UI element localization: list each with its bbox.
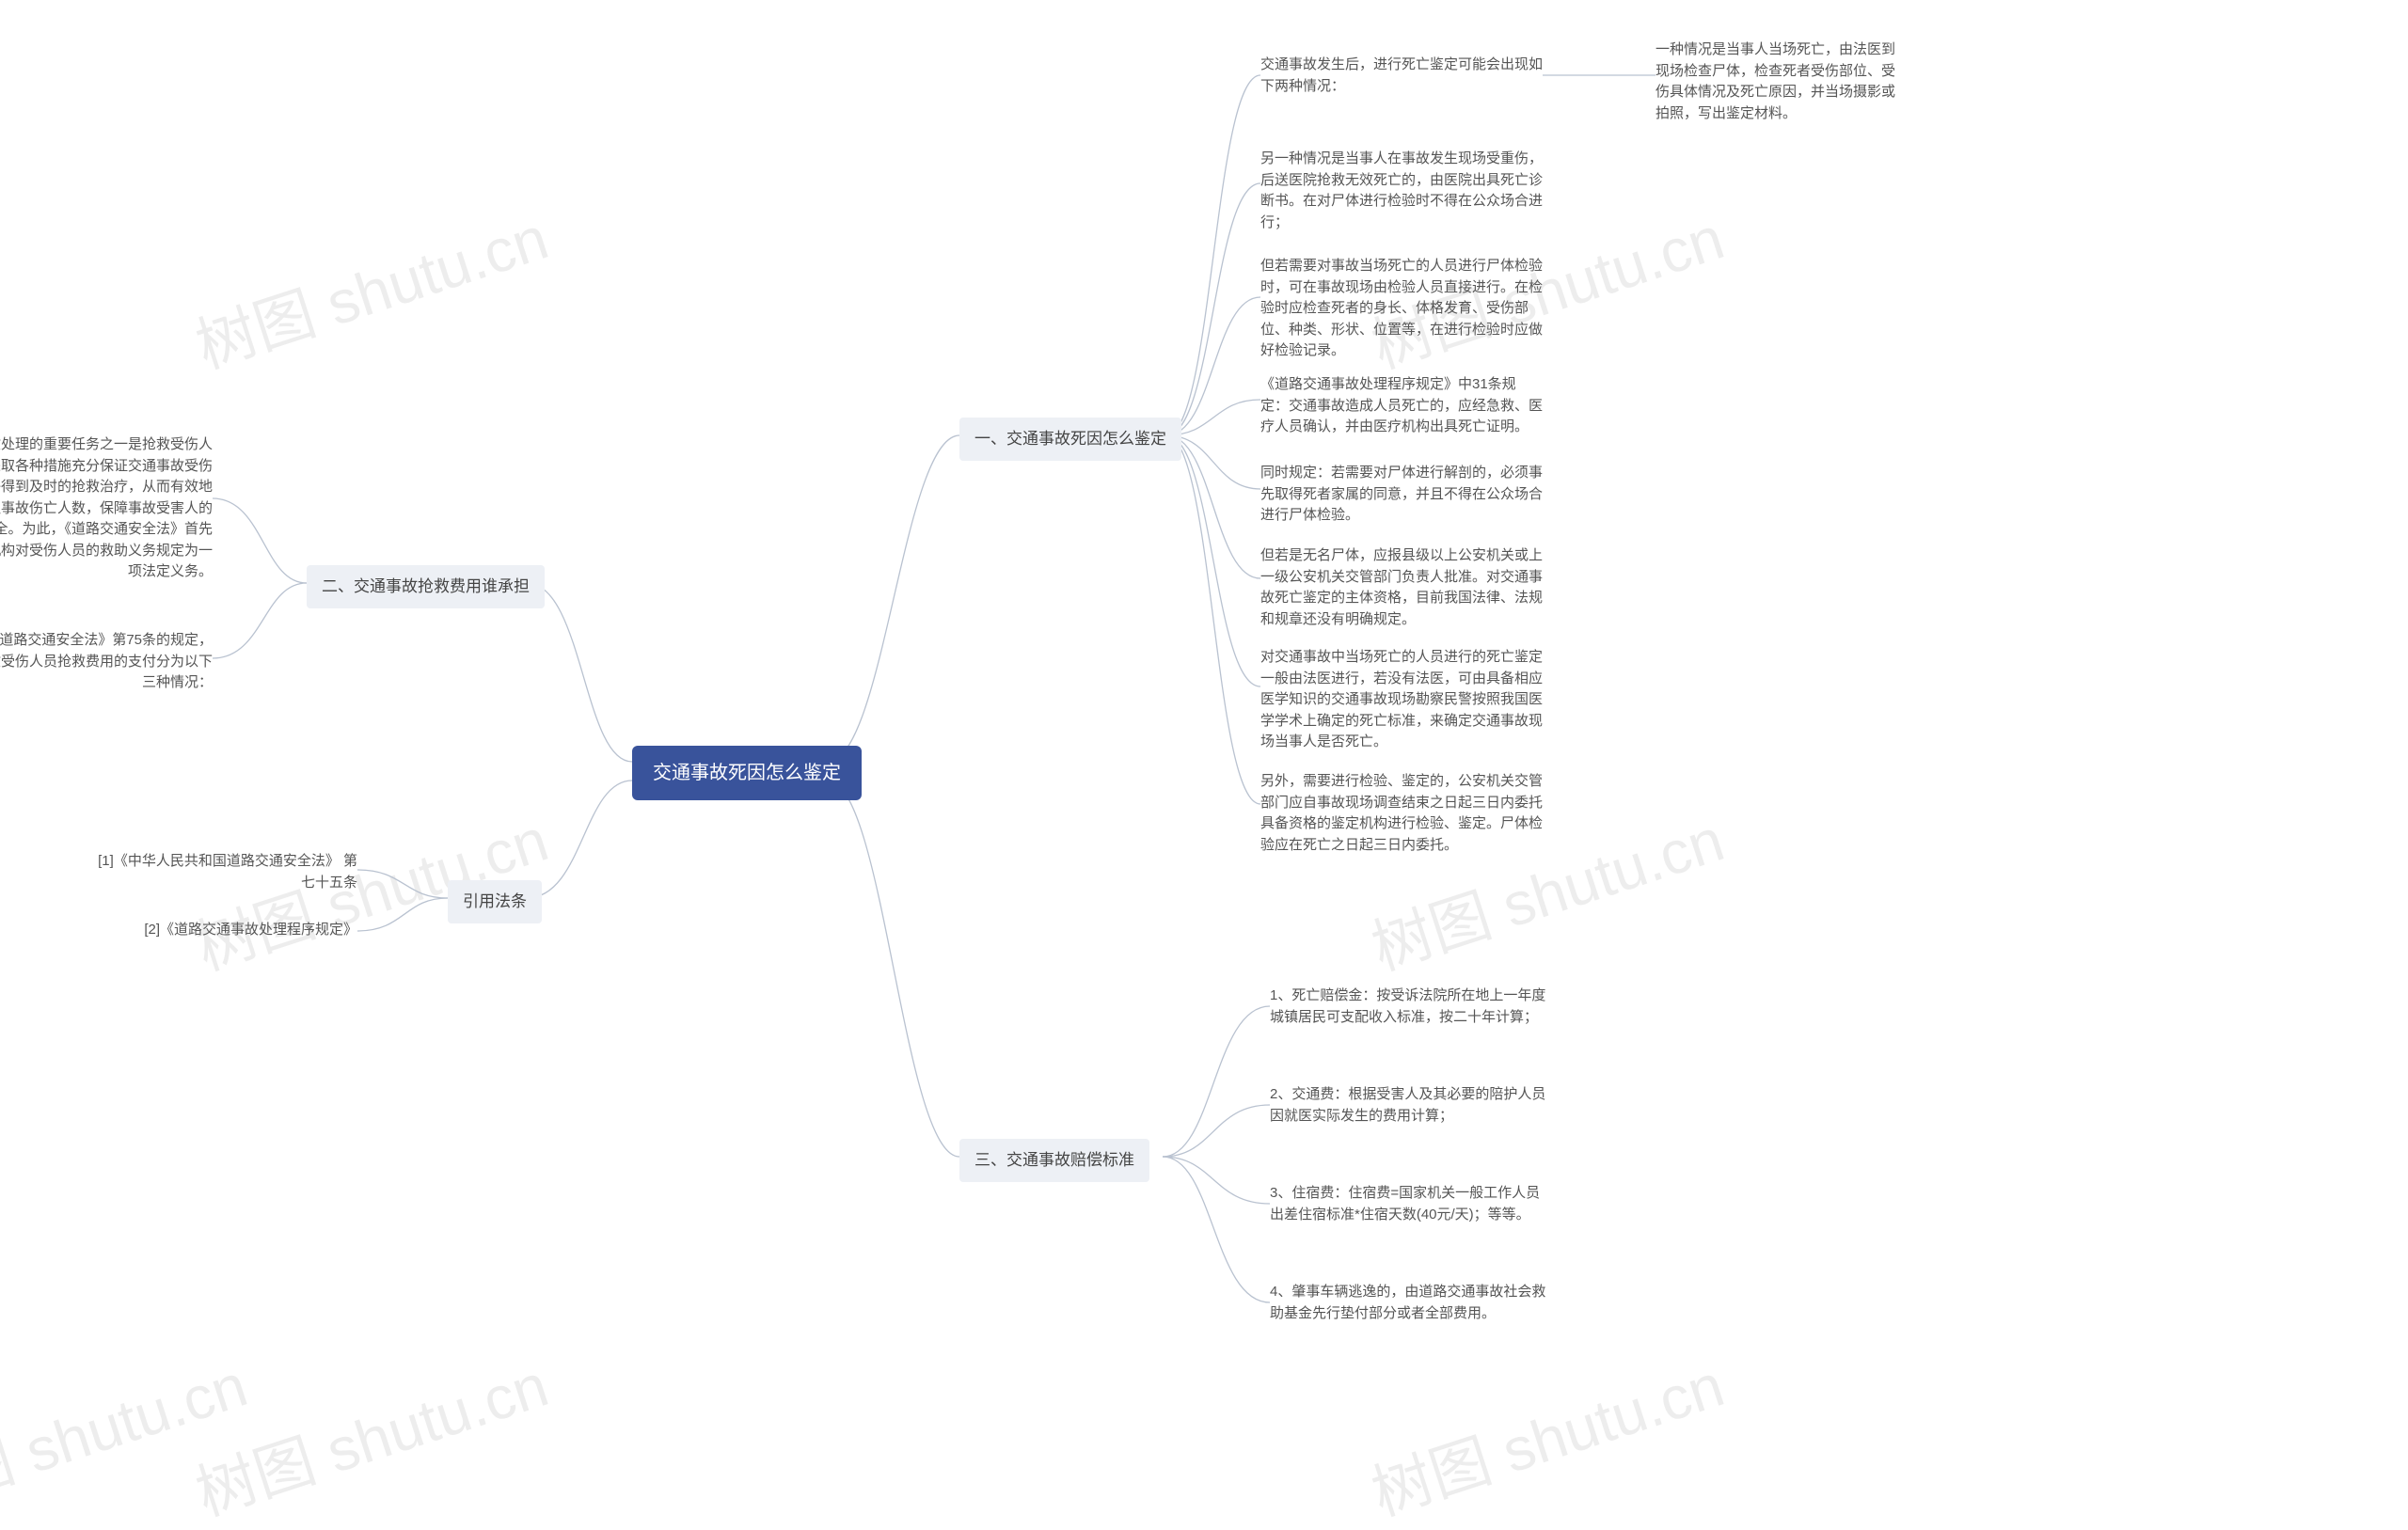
leaf-s1-4: 同时规定：若需要对尸体进行解剖的，必须事先取得死者家属的同意，并且不得在公众场合… [1260,463,1543,527]
leaf-s1-5: 但若是无名尸体，应报县级以上公安机关或上一级公安机关交管部门负责人批准。对交通事… [1260,545,1543,630]
watermark: 树图 shutu.cn [1359,1337,1733,1530]
watermark: 树图 shutu.cn [0,1337,256,1530]
leaf-s1-6: 对交通事故中当场死亡的人员进行的死亡鉴定一般由法医进行，若没有法医，可由具备相应… [1260,647,1543,753]
leaf-s1-0: 交通事故发生后，进行死亡鉴定可能会出现如下两种情况： [1260,55,1543,97]
leaf-s3-1: 2、交通费：根据受害人及其必要的陪护人员因就医实际发生的费用计算； [1270,1084,1552,1127]
watermark: 树图 shutu.cn [183,1337,557,1530]
branch-section2[interactable]: 二、交通事故抢救费用谁承担 [307,565,545,608]
leaf-s1-1: 另一种情况是当事人在事故发生现场受重伤，后送医院抢救无效死亡的，由医院出具死亡诊… [1260,149,1543,233]
leaf-s1-2: 但若需要对事故当场死亡的人员进行尸体检验时，可在事故现场由检验人员直接进行。在检… [1260,256,1543,362]
leaf-ref-0: [1]《中华人民共和国道路交通安全法》 第七十五条 [88,851,357,893]
root-node[interactable]: 交通事故死因怎么鉴定 [632,746,862,800]
leaf-s3-3: 4、肇事车辆逃逸的，由道路交通事故社会救助基金先行垫付部分或者全部费用。 [1270,1282,1552,1324]
leaf-ref-1: [2]《道路交通事故处理程序规定》 [88,920,357,941]
branch-section3[interactable]: 三、交通事故赔偿标准 [959,1139,1149,1182]
leaf-s2-0: 交通事故处理的重要任务之一是抢救受伤人员。要采取各种措施充分保证交通事故受伤人员… [0,434,213,583]
leaf-s3-0: 1、死亡赔偿金：按受诉法院所在地上一年度城镇居民可支配收入标准，按二十年计算； [1270,986,1552,1028]
connector-lines [0,0,2408,1530]
branch-refs[interactable]: 引用法条 [448,880,542,923]
leaf-s2-1: 根据《道路交通安全法》第75条的规定，交通事故受伤人员抢救费用的支付分为以下三种… [0,630,213,694]
watermark: 树图 shutu.cn [183,190,557,385]
leaf-s1-3: 《道路交通事故处理程序规定》中31条规定：交通事故造成人员死亡的，应经急救、医疗… [1260,374,1543,438]
branch-section1[interactable]: 一、交通事故死因怎么鉴定 [959,418,1181,461]
leaf-s1-extra: 一种情况是当事人当场死亡，由法医到现场检查尸体，检查死者受伤部位、受伤具体情况及… [1656,39,1900,124]
leaf-s1-7: 另外，需要进行检验、鉴定的，公安机关交管部门应自事故现场调查结束之日起三日内委托… [1260,771,1543,856]
leaf-s3-2: 3、住宿费：住宿费=国家机关一般工作人员出差住宿标准*住宿天数(40元/天)；等… [1270,1183,1552,1225]
